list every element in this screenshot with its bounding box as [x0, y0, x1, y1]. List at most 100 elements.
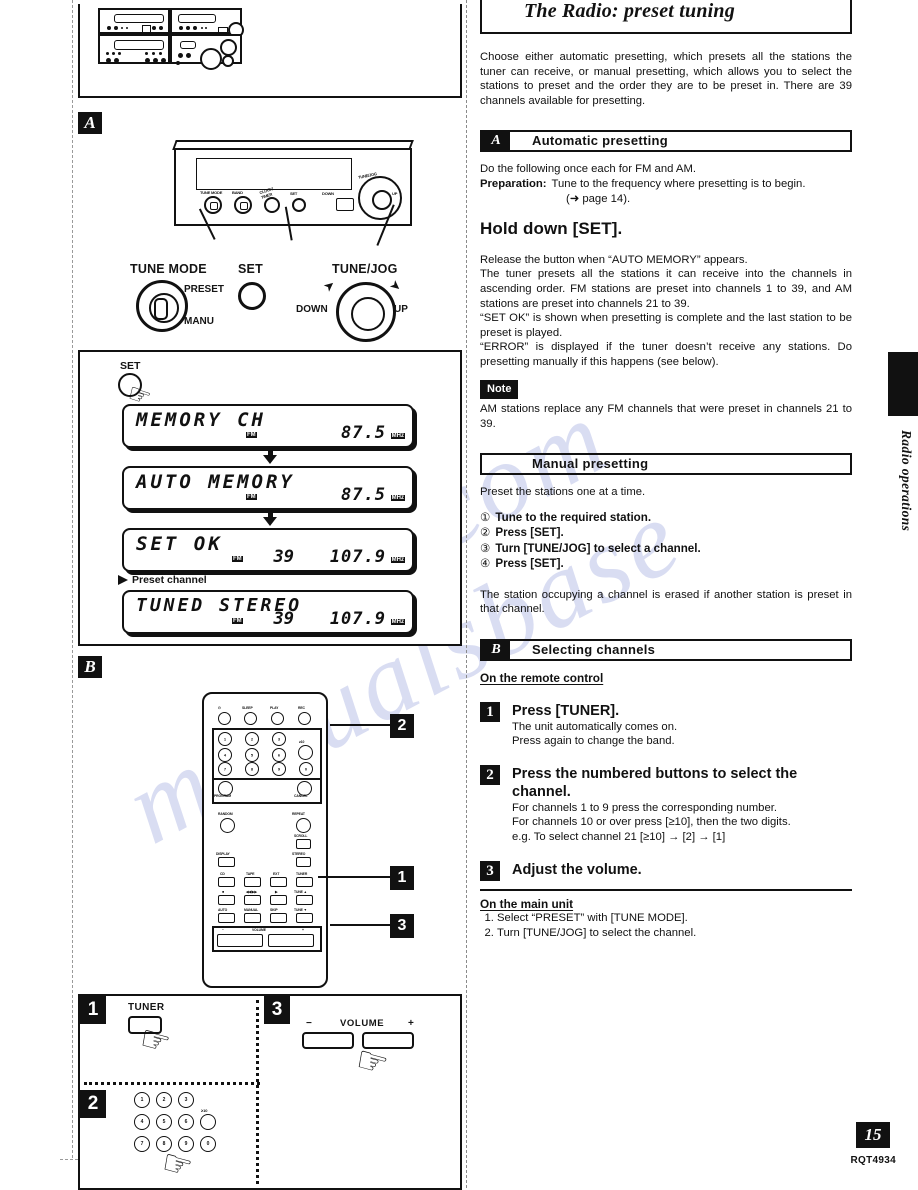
stereo-stack	[98, 4, 398, 100]
remote-control-heading: On the remote control	[480, 671, 604, 686]
remote-display-label: DISPLAY	[216, 852, 230, 856]
callout-set-title: SET	[238, 262, 263, 276]
intro-paragraph: Choose either automatic presetting, whic…	[480, 51, 852, 107]
figure-a-badge: A	[78, 112, 102, 134]
section-a-header: A Automatic presetting	[480, 130, 852, 153]
remote-volume-down-button[interactable]	[217, 934, 263, 947]
preparation-page-ref: (➜ page 14).	[566, 192, 631, 205]
remote-key-1[interactable]: 1	[218, 732, 232, 746]
pointing-hand-icon-volume: ☞	[351, 1037, 394, 1086]
remote-tape-button[interactable]	[244, 877, 261, 887]
remote-random-button[interactable]	[220, 818, 235, 833]
manual-page: manualsbase .com A TUNE MODE BAND CLOCK/…	[0, 0, 918, 1190]
section-a-badge: A	[482, 132, 510, 151]
detail-key-2[interactable]: 2	[156, 1092, 172, 1108]
remote-key-2[interactable]: 2	[245, 732, 259, 746]
panel-face: TUNE MODE BAND CLOCK/TIMER SET DOWN UP T…	[174, 148, 412, 226]
remote-display-button[interactable]	[218, 857, 235, 867]
remote-ext-label: EXT	[273, 872, 280, 876]
remote-repeat-label: REPEAT	[292, 812, 305, 816]
text-column: The Radio: preset tuning Choose either a…	[480, 0, 852, 941]
step-3: 3 Adjust the volume.	[480, 860, 852, 881]
figure-marker-2: 2	[390, 714, 414, 738]
detail-volume-minus: −	[306, 1018, 312, 1029]
manual-step-text: Press [SET].	[495, 526, 564, 540]
marker-line-1	[318, 876, 392, 878]
remote-key-4[interactable]: 4	[218, 748, 232, 762]
remote-cd-button[interactable]	[218, 877, 235, 887]
remote-key-3[interactable]: 3	[272, 732, 286, 746]
remote-tune-down-button[interactable]	[296, 913, 313, 923]
remote-scroll-button[interactable]	[296, 839, 311, 849]
detail-key-4[interactable]: 4	[134, 1114, 150, 1130]
preset-key-icon	[336, 198, 354, 211]
remote-key-9[interactable]: 9	[272, 762, 286, 776]
step-2-number: 2	[480, 764, 500, 785]
manual-step-text: Press [SET].	[495, 557, 564, 571]
detail-key-7[interactable]: 7	[134, 1136, 150, 1152]
remote-play-button[interactable]	[271, 712, 284, 725]
remote-sleep-button[interactable]	[244, 712, 257, 725]
remote-skip-button[interactable]	[244, 895, 261, 905]
tune-mode-button-icon	[204, 196, 222, 214]
callout-down-label: DOWN	[296, 304, 328, 315]
remote-cd-label: CD	[220, 872, 225, 876]
detail-key-ten-plus[interactable]	[200, 1114, 216, 1130]
preset-channel-callout: Preset channel	[118, 574, 450, 586]
remote-power-button[interactable]	[218, 712, 231, 725]
remote-key-5[interactable]: 5	[245, 748, 259, 762]
set-dial	[238, 282, 266, 310]
remote-auto-button[interactable]	[218, 913, 235, 923]
remote-skip2-label: SKIP	[270, 908, 278, 912]
remote-rec-button[interactable]	[298, 712, 311, 725]
section-manual-label: Manual presetting	[532, 455, 649, 471]
manual-step-number: ①	[480, 510, 491, 524]
flow-arrow-2	[263, 517, 277, 526]
remote-key-ten-plus[interactable]	[298, 745, 313, 760]
remote-repeat-button[interactable]	[296, 818, 311, 833]
detail-key-0[interactable]: 0	[200, 1136, 216, 1152]
section-a-p4: “ERROR” is displayed if the tuner doesn’…	[480, 341, 852, 368]
remote-auto-label: AUTO	[218, 908, 228, 912]
main-unit-step: Select “PRESET” with [TUNE MODE].	[497, 911, 852, 926]
remote-power-label: ⏻	[218, 706, 221, 710]
remote-stereo-button[interactable]	[296, 857, 311, 867]
manual-steps-list: ① Tune to the required station. ② Press …	[480, 510, 852, 572]
figure-marker-3: 3	[390, 914, 414, 938]
remote-tuner-button[interactable]	[296, 877, 313, 887]
main-unit-heading: On the main unit	[480, 896, 574, 911]
main-unit-step: Turn [TUNE/JOG] to select the channel.	[497, 926, 852, 941]
detail-volume-plus: +	[408, 1018, 414, 1029]
page-number: 15	[856, 1122, 890, 1148]
remote-ext-button[interactable]	[270, 877, 287, 887]
detail-volume-down-key[interactable]	[302, 1032, 354, 1049]
remote-skip2-button[interactable]	[270, 913, 287, 923]
remote-playpause-button[interactable]	[270, 895, 287, 905]
remote-key-7[interactable]: 7	[218, 762, 232, 776]
remote-manual-button[interactable]	[244, 913, 261, 923]
detail-key-3[interactable]: 3	[178, 1092, 194, 1108]
detail-key-6[interactable]: 6	[178, 1114, 194, 1130]
component-receiver-top	[170, 8, 244, 38]
step-2: 2 Press the numbered buttons to select t…	[480, 764, 852, 845]
tune-jog-knob-icon	[358, 176, 402, 220]
remote-key-6[interactable]: 6	[272, 748, 286, 762]
remote-key-8[interactable]: 8	[245, 762, 259, 776]
remote-volume-up-button[interactable]	[268, 934, 314, 947]
tune-jog-dial	[336, 282, 396, 342]
lcd-freq-2: 87.5	[341, 485, 386, 505]
remote-stop-label: ■	[222, 890, 224, 894]
step-2-heading: Press the numbered buttons to select the…	[512, 765, 798, 800]
remote-program-label: PROGRAM	[214, 794, 232, 798]
detail-key-1[interactable]: 1	[134, 1092, 150, 1108]
manual-step-number: ③	[480, 541, 491, 555]
lcd-channel-4: 39	[273, 609, 294, 629]
remote-key-0[interactable]: 0	[299, 762, 313, 776]
step-2-sub-1: For channels 1 to 9 press the correspond…	[512, 801, 778, 814]
remote-tune-up-button[interactable]	[296, 895, 313, 905]
lcd-unit-4: MHz	[390, 619, 405, 625]
remote-stop-button[interactable]	[218, 895, 235, 905]
detail-key-5[interactable]: 5	[156, 1114, 172, 1130]
step-1-number: 1	[480, 701, 500, 722]
preparation-value: Tune to the frequency where presetting i…	[551, 177, 806, 190]
